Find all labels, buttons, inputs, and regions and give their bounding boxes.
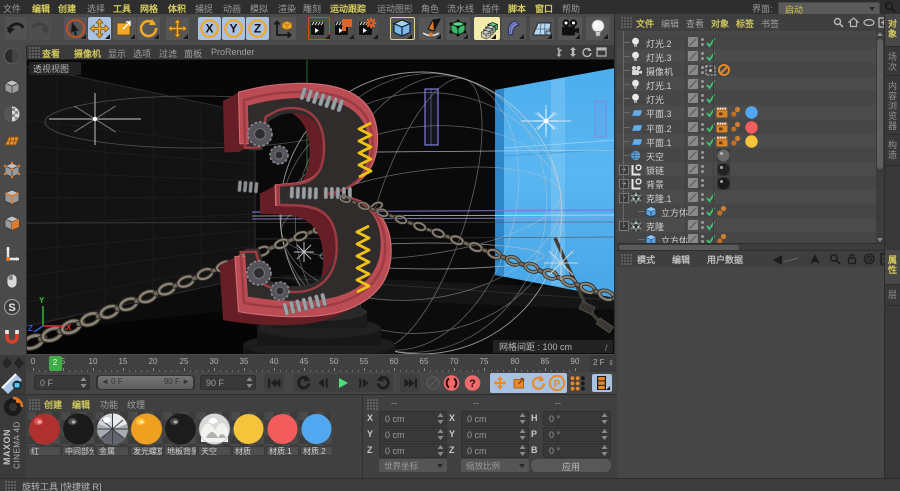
svg-text:P: P (554, 379, 561, 390)
svg-text:Z: Z (254, 22, 261, 36)
svg-text:3: 3 (222, 60, 400, 354)
svg-text:X: X (66, 323, 72, 332)
svg-text:网格间距 : 100 cm: 网格间距 : 100 cm (499, 341, 572, 352)
svg-text:透视视图: 透视视图 (33, 63, 69, 74)
svg-text:X: X (205, 22, 213, 36)
svg-text:Y: Y (39, 296, 45, 305)
svg-text:Y: Y (229, 22, 237, 36)
svg-text:?: ? (469, 378, 476, 390)
svg-text:Z: Z (28, 324, 33, 333)
svg-text:S: S (8, 302, 15, 314)
